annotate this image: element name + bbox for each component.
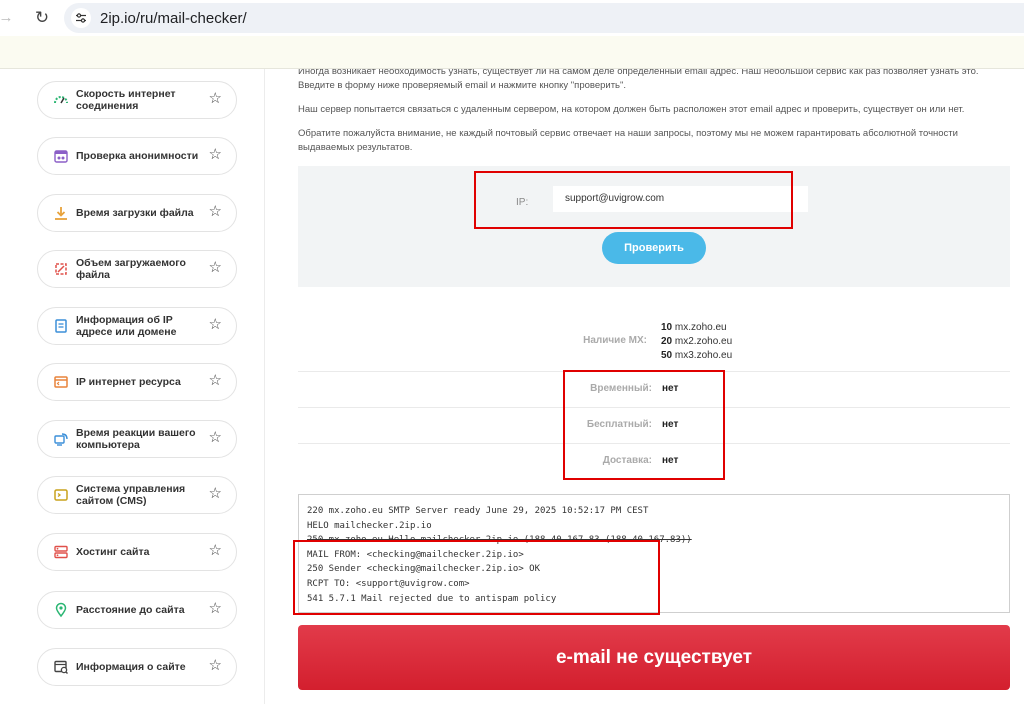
sidebar-item-anonymity[interactable]: Проверка анонимности ☆ xyxy=(37,137,237,175)
download-icon xyxy=(53,205,69,221)
sidebar-item-label: Скорость интернет соединения xyxy=(76,88,176,112)
highlight-box-log xyxy=(293,540,660,615)
browser-window-icon xyxy=(53,374,69,390)
ip-info-icon xyxy=(53,318,69,334)
verdict-banner: e-mail не существует xyxy=(298,625,1010,690)
server-icon xyxy=(53,544,69,560)
browser-toolbar: → ↻ 2ip.io/ru/mail-checker/ xyxy=(0,0,1024,36)
bookmark-bar xyxy=(0,36,1024,69)
sidebar-item-label: Объем загружаемого файла xyxy=(76,257,186,281)
location-pin-icon xyxy=(53,602,69,618)
site-info-icon xyxy=(53,659,69,675)
star-icon[interactable]: ☆ xyxy=(209,373,222,389)
mx-record: 20 mx2.zoho.eu xyxy=(661,336,733,347)
file-size-icon xyxy=(53,261,69,277)
reload-icon[interactable]: ↻ xyxy=(30,6,54,30)
highlight-box-email xyxy=(474,171,793,229)
site-settings-icon[interactable] xyxy=(71,8,91,28)
sidebar-item-label: Информация о сайте xyxy=(76,661,186,673)
mx-records: 10 mx.zoho.eu 20 mx2.zoho.eu 50 mx3.zoho… xyxy=(661,321,732,363)
star-icon[interactable]: ☆ xyxy=(209,317,222,333)
star-icon[interactable]: ☆ xyxy=(209,543,222,559)
sidebar-item-label: Расстояние до сайта xyxy=(76,604,185,616)
speedometer-icon xyxy=(53,92,69,108)
mx-label: Наличие MX: xyxy=(583,335,647,346)
sidebar-item-label: Время загрузки файла xyxy=(76,207,194,219)
intro-paragraph-1b: Введите в форму ниже проверяемый email и… xyxy=(298,80,627,91)
ping-icon xyxy=(53,431,69,447)
sidebar-item-label: IP интернет ресурса xyxy=(76,376,181,388)
log-line: HELO mailchecker.2ip.io xyxy=(307,520,432,531)
intro-paragraph-3a: Обратите пожалуйста внимание, не каждый … xyxy=(298,128,958,139)
star-icon[interactable]: ☆ xyxy=(209,147,222,163)
sidebar-item-label: Система управления сайтом (CMS) xyxy=(76,483,186,507)
sidebar-item-ip-resource[interactable]: IP интернет ресурса ☆ xyxy=(37,363,237,401)
mx-record: 10 mx.zoho.eu xyxy=(661,322,727,333)
sidebar-item-cms[interactable]: Система управления сайтом (CMS) ☆ xyxy=(37,476,237,514)
terminal-icon xyxy=(53,487,69,503)
log-line: 220 mx.zoho.eu SMTP Server ready June 29… xyxy=(307,506,649,516)
back-arrow-icon[interactable]: → xyxy=(0,6,18,30)
intro-paragraph-1a: Иногда возникает необходимость узнать, с… xyxy=(298,69,979,77)
intro-paragraph-2: Наш сервер попытается связаться с удален… xyxy=(298,104,965,115)
sidebar-item-file-size[interactable]: Объем загружаемого файла ☆ xyxy=(37,250,237,288)
star-icon[interactable]: ☆ xyxy=(209,430,222,446)
star-icon[interactable]: ☆ xyxy=(209,486,222,502)
check-button[interactable]: Проверить xyxy=(602,232,706,264)
intro-paragraph-3b: выдаваемых результатов. xyxy=(298,142,413,153)
sidebar-item-download-time[interactable]: Время загрузки файла ☆ xyxy=(37,194,237,232)
highlight-box-results xyxy=(563,370,725,480)
star-icon[interactable]: ☆ xyxy=(209,658,222,674)
star-icon[interactable]: ☆ xyxy=(209,601,222,617)
sidebar-item-speed[interactable]: Скорость интернет соединения ☆ xyxy=(37,81,237,119)
sidebar-item-label: Информация об IP адресе или домене xyxy=(76,314,177,338)
sidebar-item-label: Время реакции вашего компьютера xyxy=(76,427,196,451)
star-icon[interactable]: ☆ xyxy=(209,260,222,276)
sidebar: Скорость интернет соединения ☆ Проверка … xyxy=(0,69,265,704)
sidebar-item-label: Проверка анонимности xyxy=(76,150,199,162)
star-icon[interactable]: ☆ xyxy=(209,204,222,220)
address-bar[interactable]: 2ip.io/ru/mail-checker/ xyxy=(64,3,1024,33)
incognito-icon xyxy=(53,148,69,164)
star-icon[interactable]: ☆ xyxy=(209,91,222,107)
sidebar-item-site-info[interactable]: Информация о сайте ☆ xyxy=(37,648,237,686)
url-text[interactable]: 2ip.io/ru/mail-checker/ xyxy=(100,10,247,27)
sidebar-item-label: Хостинг сайта xyxy=(76,546,150,558)
sidebar-item-ping[interactable]: Время реакции вашего компьютера ☆ xyxy=(37,420,237,458)
sidebar-item-distance[interactable]: Расстояние до сайта ☆ xyxy=(37,591,237,629)
sidebar-item-ip-info[interactable]: Информация об IP адресе или домене ☆ xyxy=(37,307,237,345)
mx-record: 50 mx3.zoho.eu xyxy=(661,350,733,361)
sidebar-item-hosting[interactable]: Хостинг сайта ☆ xyxy=(37,533,237,571)
